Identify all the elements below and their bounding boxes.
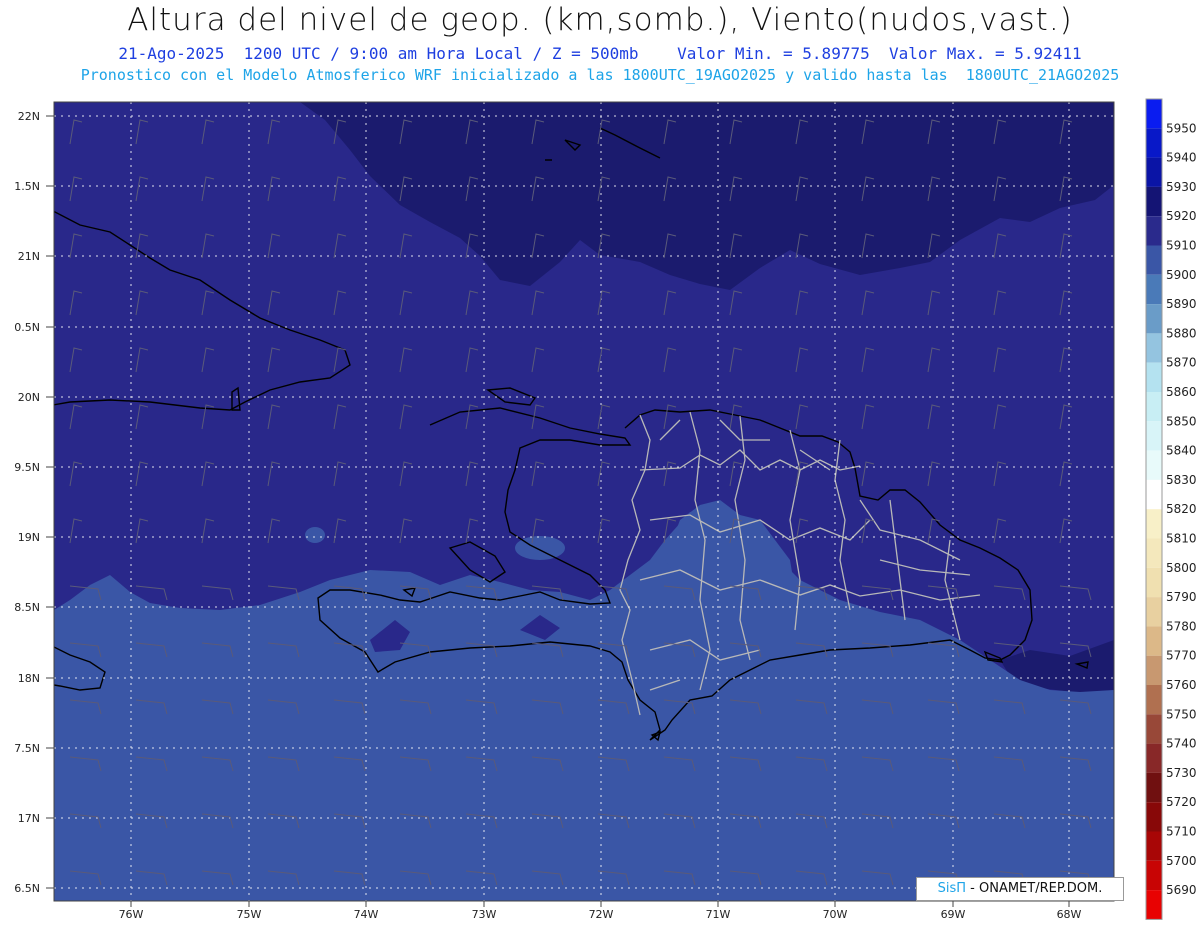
plot-area — [54, 102, 1114, 901]
lon-label: 70W — [823, 908, 848, 921]
lat-label: 21N — [18, 250, 40, 263]
lon-label: 72W — [589, 908, 614, 921]
colorbar-label: 5890 — [1166, 297, 1197, 311]
geopotential-map: 22N 1.5N 21N 0.5N 20N 9.5N 19N 8.5N 18N … — [14, 98, 1197, 921]
colorbar-swatch — [1146, 450, 1162, 480]
colorbar-swatch — [1146, 245, 1162, 275]
lon-label: 76W — [119, 908, 144, 921]
lat-label: 20N — [18, 391, 40, 404]
colorbar-label: 5820 — [1166, 502, 1197, 516]
colorbar-swatch — [1146, 655, 1162, 685]
lat-label: 19N — [18, 531, 40, 544]
colorbar-label: 5730 — [1166, 766, 1197, 780]
lat-label: 6.5N — [14, 882, 40, 895]
credit-box: SisΠ - ONAMET/REP.DOM. — [916, 877, 1124, 901]
colorbar-label: 5830 — [1166, 473, 1197, 487]
colorbar-swatch — [1146, 392, 1162, 422]
latitude-labels: 22N 1.5N 21N 0.5N 20N 9.5N 19N 8.5N 18N … — [14, 110, 40, 895]
colorbar-label: 5780 — [1166, 619, 1197, 633]
colorbar-label: 5940 — [1166, 151, 1197, 165]
colorbar-swatch — [1146, 99, 1162, 129]
colorbar-label: 5880 — [1166, 326, 1197, 340]
colorbar-swatch — [1146, 743, 1162, 773]
colorbar: 5950 5940 5930 5920 5910 5900 5890 5880 5870 5860… — [1145, 98, 1197, 920]
colorbar-swatch — [1146, 333, 1162, 363]
lat-label: 9.5N — [14, 461, 40, 474]
colorbar-label: 5910 — [1166, 239, 1197, 253]
colorbar-label: 5790 — [1166, 590, 1197, 604]
colorbar-label: 5850 — [1166, 414, 1197, 428]
colorbar-swatch — [1146, 304, 1162, 334]
colorbar-label: 5750 — [1166, 707, 1197, 721]
colorbar-swatch — [1146, 421, 1162, 451]
lon-label: 69W — [941, 908, 966, 921]
colorbar-swatch — [1146, 274, 1162, 305]
lat-label: 17N — [18, 812, 40, 825]
colorbar-swatch — [1146, 597, 1162, 627]
lat-label: 0.5N — [14, 321, 40, 334]
colorbar-label: 5770 — [1166, 649, 1197, 663]
colorbar-label: 5720 — [1166, 795, 1197, 809]
colorbar-label: 5760 — [1166, 678, 1197, 692]
lat-label: 8.5N — [14, 601, 40, 614]
colorbar-swatch — [1146, 626, 1162, 656]
colorbar-label: 5870 — [1166, 356, 1197, 370]
colorbar-label: 5930 — [1166, 180, 1197, 194]
colorbar-swatch — [1146, 714, 1162, 744]
credit-text: - ONAMET/REP.DOM. — [970, 881, 1103, 896]
colorbar-swatch — [1146, 831, 1162, 861]
colorbar-swatch — [1146, 890, 1162, 920]
lat-label: 18N — [18, 672, 40, 685]
colorbar-label: 5900 — [1166, 268, 1197, 282]
lat-label: 7.5N — [14, 742, 40, 755]
lat-ticks — [46, 115, 54, 889]
lat-label: 22N — [18, 110, 40, 123]
colorbar-label: 5800 — [1166, 561, 1197, 575]
lon-ticks — [130, 901, 1070, 907]
cuba-west-keys — [54, 210, 55, 211]
colorbar-label: 5810 — [1166, 532, 1197, 546]
colorbar-swatch — [1146, 216, 1162, 246]
colorbar-swatch — [1146, 802, 1162, 832]
colorbar-label: 5950 — [1166, 121, 1197, 135]
colorbar-swatch — [1146, 567, 1162, 598]
sispi-logo: SisΠ — [937, 881, 967, 896]
colorbar-label: 5690 — [1166, 883, 1197, 897]
colorbar-label: 5840 — [1166, 444, 1197, 458]
colorbar-label: 5740 — [1166, 737, 1197, 751]
colorbar-label: 5700 — [1166, 854, 1197, 868]
lon-label: 74W — [354, 908, 379, 921]
colorbar-label: 5860 — [1166, 385, 1197, 399]
colorbar-swatch — [1146, 509, 1162, 539]
colorbar-swatch — [1146, 186, 1162, 217]
colorbar-swatch — [1146, 128, 1162, 158]
colorbar-label: 5920 — [1166, 209, 1197, 223]
colorbar-swatch — [1146, 362, 1162, 392]
lon-label: 71W — [706, 908, 731, 921]
lon-label: 75W — [237, 908, 262, 921]
colorbar-swatch — [1146, 157, 1162, 187]
lon-label: 68W — [1057, 908, 1082, 921]
colorbar-swatch — [1146, 538, 1162, 568]
colorbar-label: 5710 — [1166, 825, 1197, 839]
field-light-blob — [305, 527, 325, 543]
colorbar-swatch — [1146, 685, 1162, 715]
lat-label: 1.5N — [14, 180, 40, 193]
colorbar-swatch — [1146, 479, 1162, 510]
longitude-labels: 76W 75W 74W 73W 72W 71W 70W 69W 68W — [119, 908, 1082, 921]
colorbar-swatch — [1146, 860, 1162, 891]
colorbar-swatch — [1146, 772, 1162, 803]
lon-label: 73W — [472, 908, 497, 921]
